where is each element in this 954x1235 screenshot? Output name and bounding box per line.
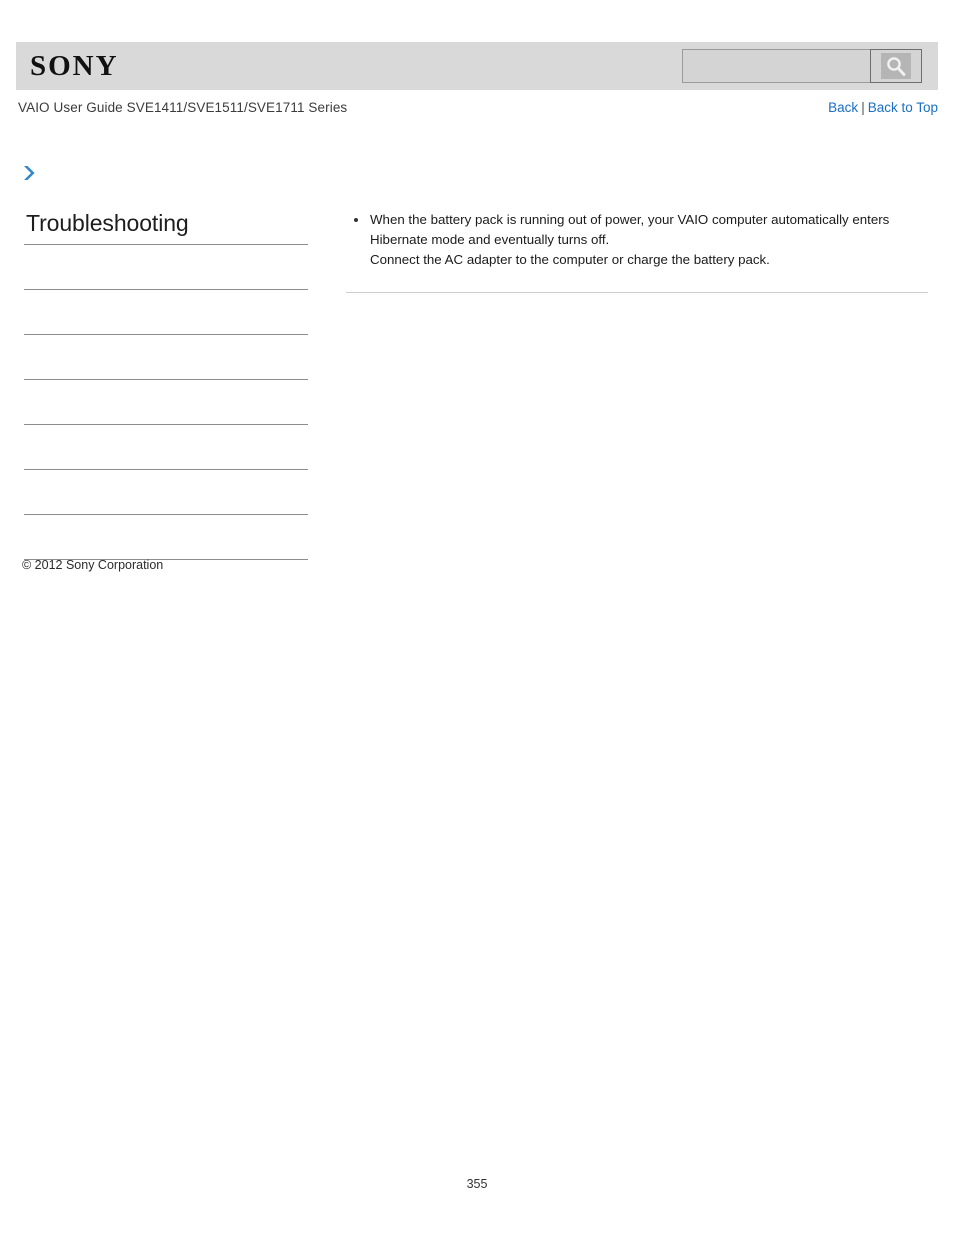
page-number: 355 (466, 1177, 488, 1191)
page-title: VAIO User Guide SVE1411/SVE1511/SVE1711 … (18, 100, 348, 115)
sidebar-item[interactable] (24, 243, 308, 289)
list-item: When the battery pack is running out of … (346, 210, 928, 270)
search-button[interactable] (870, 49, 922, 83)
breadcrumb (22, 160, 932, 186)
search-icon (881, 53, 911, 79)
guide-title-row: VAIO User Guide SVE1411/SVE1511/SVE1711 … (18, 100, 938, 115)
search-input[interactable] (682, 49, 870, 83)
chevron-right-icon (22, 164, 38, 182)
content-divider (346, 292, 928, 293)
sidebar-item[interactable] (24, 423, 308, 469)
sidebar-item[interactable] (24, 468, 308, 514)
back-link[interactable]: Back (828, 100, 858, 115)
site-header-bar: SONY (16, 42, 938, 90)
sidebar-item[interactable] (24, 288, 308, 334)
copyright-text: © 2012 Sony Corporation (22, 558, 164, 572)
back-to-top-link[interactable]: Back to Top (868, 100, 938, 115)
search-area (682, 49, 922, 83)
sidebar-item[interactable] (24, 513, 308, 559)
sidebar: Troubleshooting (24, 210, 308, 560)
sidebar-item[interactable] (24, 378, 308, 424)
main-content: When the battery pack is running out of … (346, 210, 928, 301)
sidebar-title: Troubleshooting (26, 210, 189, 236)
sony-logo: SONY (30, 49, 119, 82)
header-nav-links: Back | Back to Top (828, 100, 938, 115)
sidebar-item[interactable] (24, 333, 308, 379)
answer-bullet-list: When the battery pack is running out of … (346, 210, 928, 270)
nav-separator: | (861, 100, 865, 115)
